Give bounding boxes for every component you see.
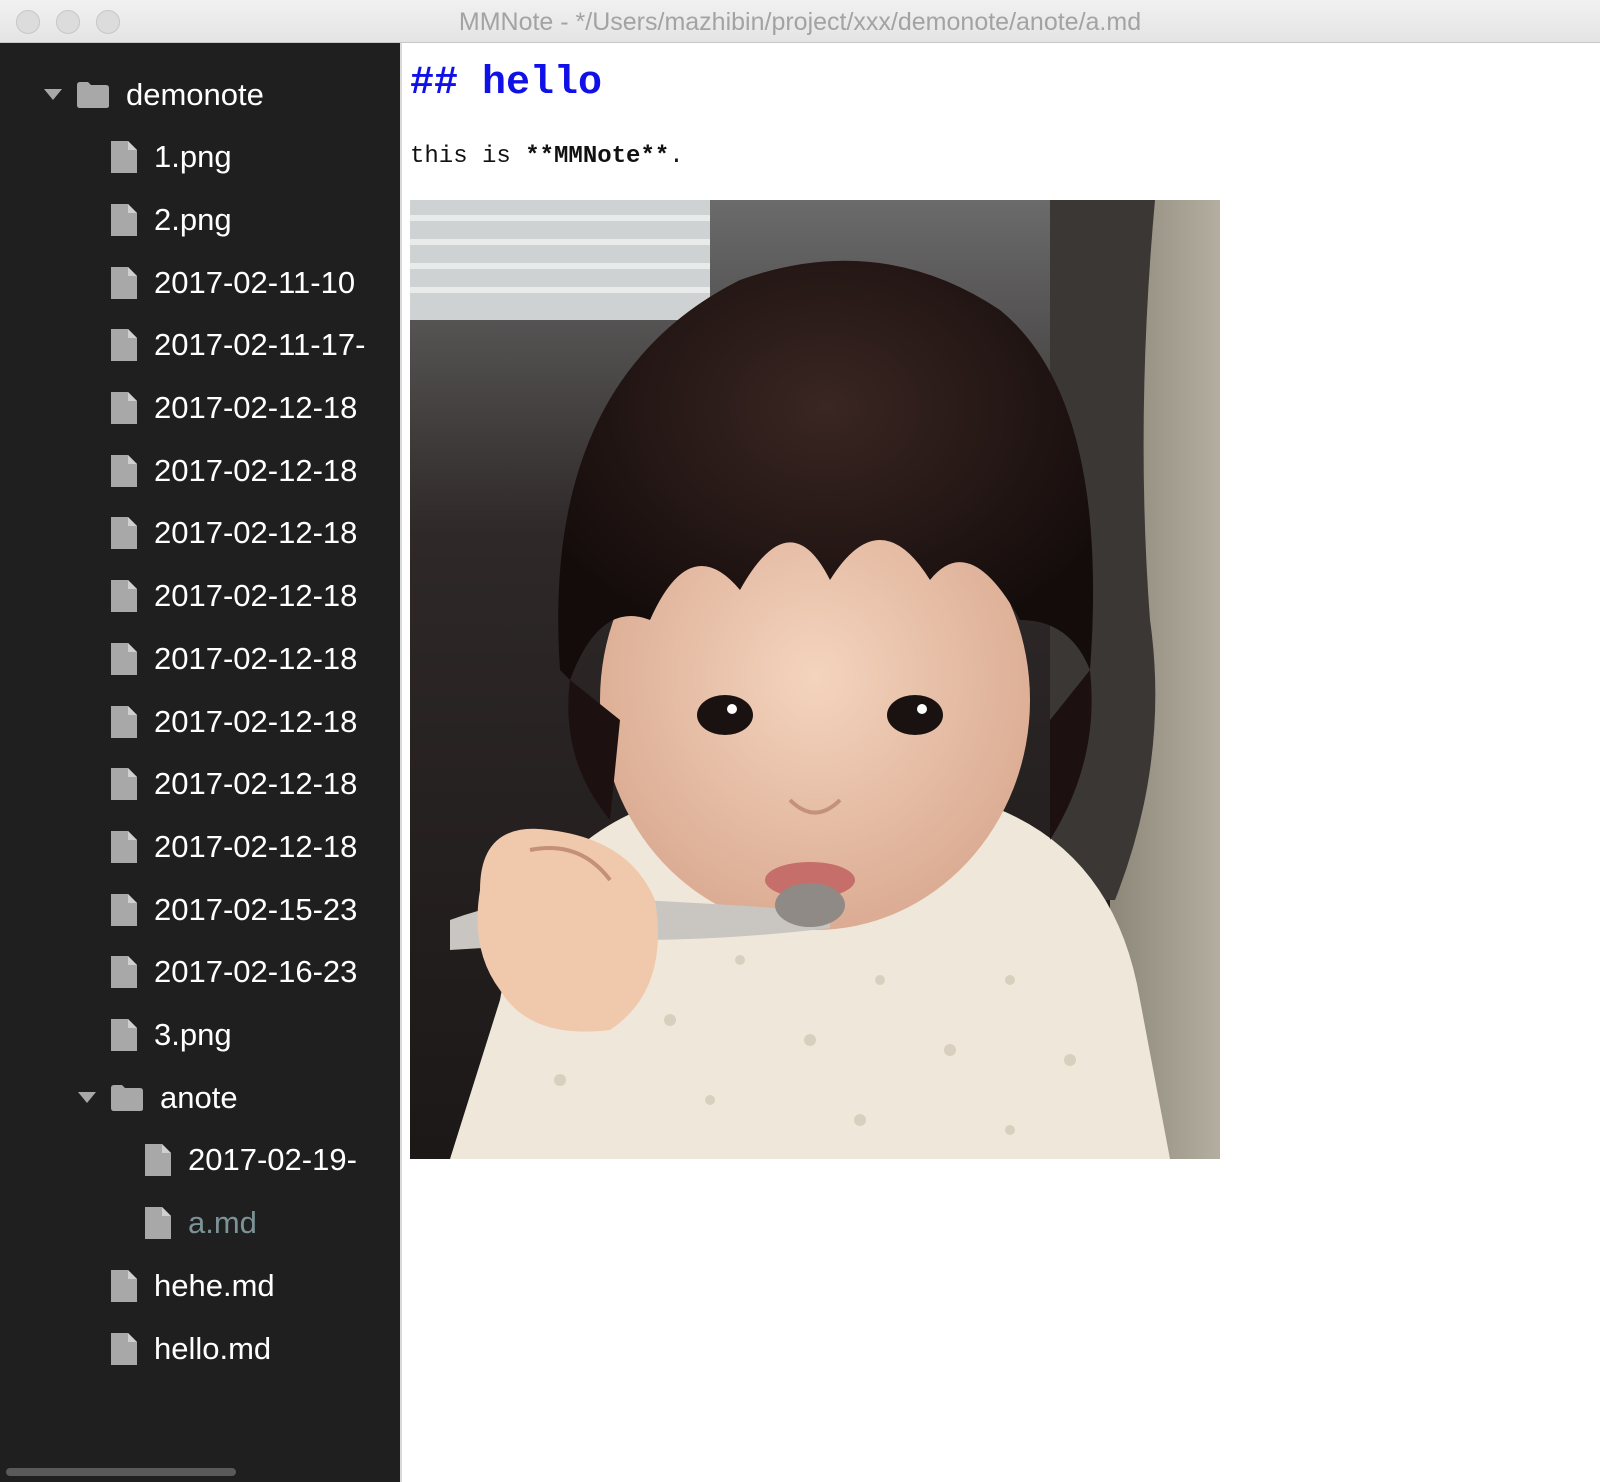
folder-icon <box>110 1084 144 1112</box>
tree-file[interactable]: hehe.md <box>0 1254 382 1317</box>
tree-item-label: hehe.md <box>154 1267 275 1303</box>
file-icon <box>110 955 138 989</box>
tree-file[interactable]: 2017-02-15-23 <box>0 878 382 941</box>
embedded-photo <box>410 200 1220 1159</box>
file-icon <box>144 1143 172 1177</box>
paragraph-text: this is <box>410 143 526 170</box>
folder-icon <box>76 81 110 109</box>
file-icon <box>110 140 138 174</box>
tree-folder[interactable]: anote <box>0 1066 382 1129</box>
tree-item-label: hello.md <box>154 1330 272 1366</box>
tree-item-label: 1.png <box>154 139 232 175</box>
tree-item-label: 2017-02-12-18 <box>154 578 358 614</box>
tree-item-label: 2017-02-12-18 <box>154 703 358 739</box>
tree-item-label: 2017-02-12-18 <box>154 390 358 425</box>
file-icon <box>110 893 138 927</box>
tree-file[interactable]: 2.png <box>0 188 382 251</box>
tree-item-label: 3.png <box>154 1017 232 1052</box>
tree-item-label: 2017-02-12-18 <box>154 515 358 551</box>
tree-item-label: 2017-02-11-10 <box>154 264 356 300</box>
file-icon <box>144 1206 172 1240</box>
file-icon <box>110 579 138 613</box>
file-icon <box>110 1269 138 1303</box>
expand-arrow-icon[interactable] <box>44 89 62 100</box>
tree-file[interactable]: 1.png <box>0 126 382 189</box>
tree-file[interactable]: 2017-02-19- <box>0 1129 382 1192</box>
tree-item-label: 2017-02-12-18 <box>154 452 358 488</box>
tree-file[interactable]: 2017-02-12-18 <box>0 627 382 690</box>
file-icon <box>110 516 138 550</box>
file-icon <box>110 767 138 801</box>
window-title: MMNote - */Users/mazhibin/project/xxx/de… <box>458 8 1142 36</box>
paragraph-bold-text: **MMNote** <box>525 143 670 170</box>
tree-file[interactable]: 3.png <box>0 1004 382 1067</box>
file-icon <box>110 391 138 425</box>
tree-file[interactable]: 2017-02-12-18 <box>0 377 382 440</box>
tree-item-label: 2017-02-12-18 <box>154 828 358 864</box>
title-bar[interactable]: MMNote - */Users/mazhibin/project/xxx/de… <box>0 0 1600 43</box>
tree-item-label: a.md <box>188 1205 257 1241</box>
tree-file[interactable]: 2017-02-11-17- <box>0 314 382 377</box>
markdown-heading[interactable]: ## hello <box>410 61 602 106</box>
tree-item-label: 2.png <box>154 201 232 237</box>
file-icon <box>110 328 138 362</box>
tree-item-label: 2017-02-11-17- <box>154 327 366 363</box>
markdown-editor[interactable]: ## hello this is **MMNote**. <box>402 43 1600 1482</box>
file-tree-sidebar: demonote 1.png 2.png 2017-02-11-10 2017-02-1… <box>0 43 400 1482</box>
tree-item-label: 2017-02-15-23 <box>154 891 358 927</box>
paragraph-suffix: . <box>669 143 684 170</box>
tree-item-label: 2017-02-12-18 <box>154 766 358 802</box>
sidebar-scrollbar[interactable] <box>6 1468 236 1476</box>
tree-folder[interactable]: demonote <box>0 63 382 126</box>
file-icon <box>110 642 138 676</box>
markdown-paragraph[interactable]: this is **MMNote**. <box>410 143 684 170</box>
tree-file[interactable]: 2017-02-12-18 <box>0 815 382 878</box>
file-icon <box>110 266 138 300</box>
app-window: MMNote - */Users/mazhibin/project/xxx/de… <box>0 0 1600 1482</box>
tree-item-label: anote <box>160 1079 238 1115</box>
tree-item-label: demonote <box>126 76 264 112</box>
tree-file[interactable]: 2017-02-11-10 <box>0 251 382 314</box>
tree-file[interactable]: hello.md <box>0 1317 382 1380</box>
tree-file[interactable]: 2017-02-12-18 <box>0 690 382 753</box>
tree-file[interactable]: 2017-02-12-18 <box>0 565 382 628</box>
tree-item-label: 2017-02-19- <box>188 1142 357 1178</box>
file-icon <box>110 1332 138 1366</box>
file-icon <box>110 1018 138 1052</box>
file-icon <box>110 830 138 864</box>
tree-file[interactable]: 2017-02-16-23 <box>0 941 382 1004</box>
file-icon <box>110 705 138 739</box>
file-icon <box>110 454 138 488</box>
tree-file[interactable]: a.md <box>0 1192 382 1255</box>
tree-item-label: 2017-02-16-23 <box>154 954 358 990</box>
expand-arrow-icon[interactable] <box>78 1092 96 1104</box>
tree-file[interactable]: 2017-02-12-18 <box>0 753 382 816</box>
file-icon <box>110 203 138 237</box>
tree-file[interactable]: 2017-02-12-18 <box>0 439 382 502</box>
tree-item-label: 2017-02-12-18 <box>154 640 358 676</box>
tree-file[interactable]: 2017-02-12-18 <box>0 502 382 565</box>
